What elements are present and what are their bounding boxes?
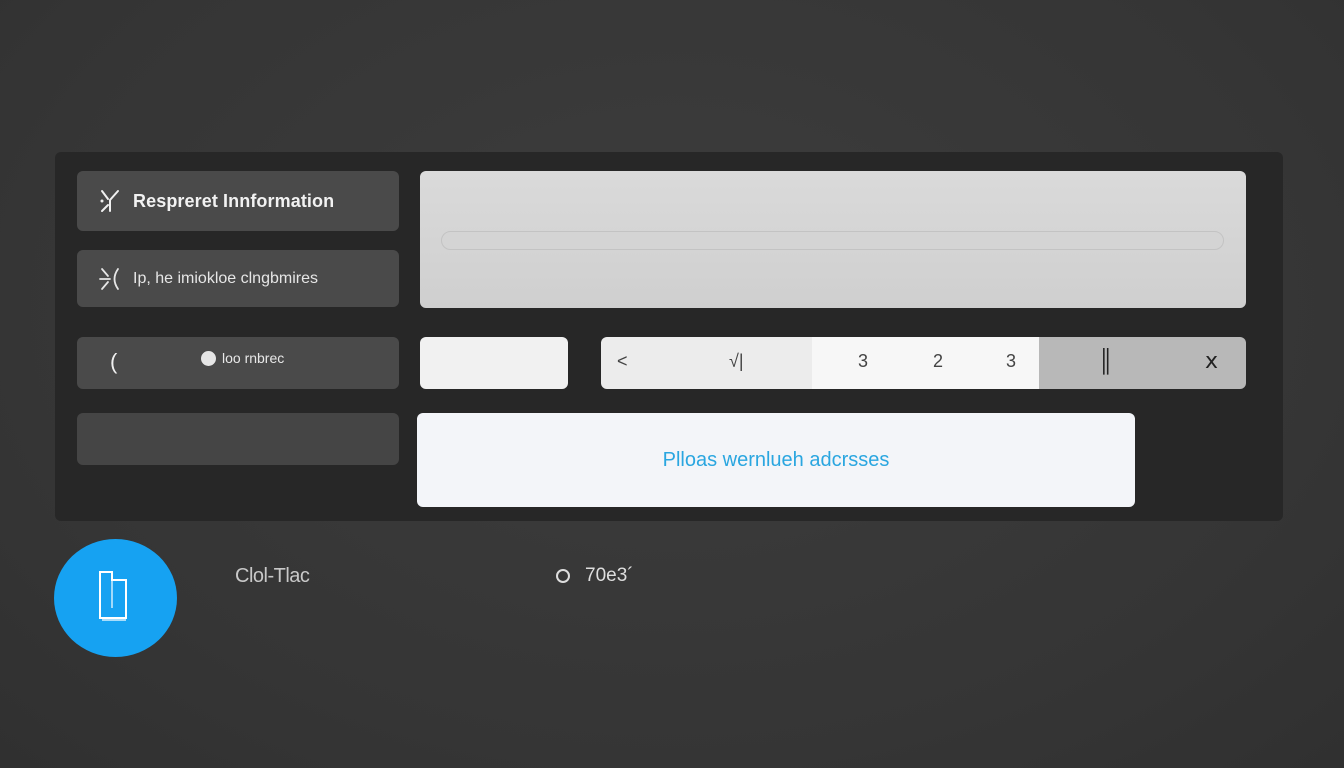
- sidebar-item-changes[interactable]: Ip, he imiokloe clngbmires: [77, 250, 399, 307]
- circle-icon: [556, 569, 570, 583]
- app-stage: Respreret Innformation Ip, he imiokloe c…: [0, 0, 1344, 768]
- hero-card: [420, 171, 1246, 308]
- pager-right-mark[interactable]: ⅹ: [1205, 348, 1218, 374]
- sidebar-chip: loo rnbrec: [201, 350, 284, 366]
- document-icon: [96, 568, 136, 629]
- hero-track[interactable]: [441, 231, 1224, 250]
- dot-icon: [201, 350, 216, 366]
- sidebar-item-label: Ip, he imiokloe clngbmires: [133, 269, 318, 287]
- page-button[interactable]: 3: [858, 351, 868, 372]
- pager-mid-segment: 3 2 3: [812, 337, 1039, 389]
- sidebar-item-empty[interactable]: [77, 413, 399, 465]
- footer-right-text: 70e3´: [585, 565, 634, 586]
- pager-left-mark: √|: [729, 351, 744, 371]
- address-button[interactable]: Plloas wernlueh adcrsses: [417, 413, 1135, 507]
- pager-right-segment: ║ ⅹ: [1039, 337, 1246, 389]
- footer-left-text: Clol-Tlac: [235, 565, 310, 587]
- pagination-bar: < √| 3 2 3 ║ ⅹ: [601, 337, 1246, 389]
- sidebar-item-information[interactable]: Respreret Innformation: [77, 171, 399, 231]
- small-input-box[interactable]: [420, 337, 568, 389]
- floating-action-button[interactable]: [54, 539, 177, 657]
- sidebar-item-label: loo rnbrec: [222, 350, 285, 366]
- pager-left-segment: < √|: [601, 337, 812, 389]
- pager-right-mark[interactable]: ║: [1098, 348, 1114, 374]
- sidebar-item-back[interactable]: ( loo rnbrec: [77, 337, 399, 389]
- sidebar-item-label: Respreret Innformation: [133, 190, 335, 211]
- back-glyph: (: [110, 349, 118, 374]
- footer-right-item[interactable]: 70e3´: [556, 565, 634, 587]
- address-button-label: Plloas wernlueh adcrsses: [662, 448, 890, 471]
- prev-page-button[interactable]: <: [617, 351, 628, 372]
- page-button[interactable]: 3: [1006, 351, 1016, 372]
- page-button[interactable]: 2: [933, 351, 943, 372]
- main-panel: Respreret Innformation Ip, he imiokloe c…: [55, 152, 1283, 521]
- branch-icon: [97, 266, 123, 292]
- branch-icon: [97, 188, 123, 214]
